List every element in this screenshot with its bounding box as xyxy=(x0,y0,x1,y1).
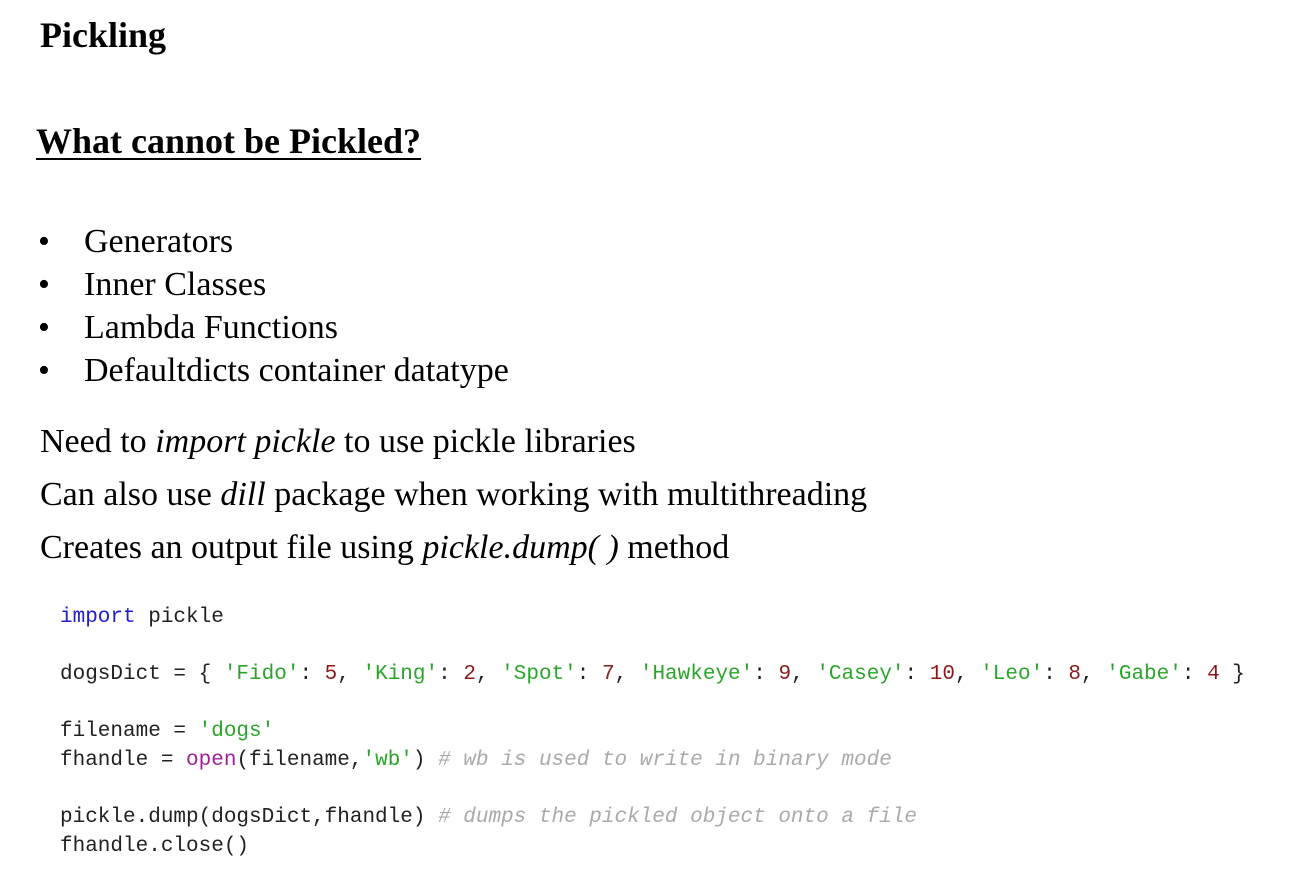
code-token: , xyxy=(614,663,640,687)
code-token: 'Spot' xyxy=(501,663,577,687)
code-token: , xyxy=(1081,663,1107,687)
section-heading: What cannot be Pickled? xyxy=(36,121,422,161)
code-token: (filename, xyxy=(236,748,363,772)
code-token: 9 xyxy=(778,663,792,687)
code-line: fhandle = open(filename,'wb') # wb is us… xyxy=(60,747,1245,776)
code-token: 'wb' xyxy=(362,748,413,772)
code-token: 'Hawkeye' xyxy=(639,663,754,687)
paragraph-text: Creates an output file using xyxy=(40,529,423,566)
code-token: 'Fido' xyxy=(223,663,300,687)
bullet-icon: • xyxy=(38,266,50,303)
code-token: fhandle.close() xyxy=(60,834,250,858)
code-line: import pickle xyxy=(60,604,1245,633)
code-token: : xyxy=(904,663,930,687)
bullet-item: • Generators xyxy=(38,220,509,263)
bullet-item: • Lambda Functions xyxy=(38,306,509,349)
code-token: 'Leo' xyxy=(980,663,1044,687)
code-token: 4 xyxy=(1207,663,1220,687)
bullet-icon: • xyxy=(38,309,50,346)
paragraph-text: to use pickle libraries xyxy=(335,423,636,460)
paragraph: Can also use dill package when working w… xyxy=(40,473,867,526)
code-token: : xyxy=(753,663,779,687)
bullet-text: Generators xyxy=(84,223,234,260)
code-token: 7 xyxy=(602,663,615,687)
bullet-item: • Defaultdicts container datatype xyxy=(38,349,509,392)
code-token: : xyxy=(576,663,603,687)
paragraph: Creates an output file using pickle.dump… xyxy=(40,526,867,579)
bullet-text: Lambda Functions xyxy=(84,309,339,346)
bullet-text: Inner Classes xyxy=(84,266,267,303)
paragraph-text: package when working with multithreading xyxy=(265,476,868,513)
code-token: 'Casey' xyxy=(816,663,905,687)
code-token: # dumps the pickled object onto a file xyxy=(438,806,917,830)
code-block: import pickle dogsDict = { 'Fido': 5, 'K… xyxy=(60,604,1245,861)
code-token: fhandle = xyxy=(60,748,187,772)
code-token: import xyxy=(60,606,136,629)
page-title: Pickling xyxy=(40,15,167,55)
code-token: , xyxy=(791,663,817,687)
code-line: fhandle.close() xyxy=(60,833,1245,862)
inline-code-term: import pickle xyxy=(155,423,336,460)
bullet-text: Defaultdicts container datatype xyxy=(84,352,509,389)
inline-code-term: pickle.dump( ) xyxy=(422,529,619,566)
code-token: dogsDict = { xyxy=(60,663,224,687)
code-token: 10 xyxy=(929,663,955,687)
inline-code-term: dill xyxy=(220,476,266,513)
code-token: : xyxy=(1181,663,1208,687)
code-token: 8 xyxy=(1068,663,1082,687)
paragraph: Need to import pickle to use pickle libr… xyxy=(40,420,867,473)
code-token: : xyxy=(299,663,325,687)
code-token: 5 xyxy=(324,663,338,687)
bullet-icon: • xyxy=(38,223,50,260)
code-token: , xyxy=(954,663,981,687)
code-token: 'dogs' xyxy=(198,720,275,744)
code-token: open xyxy=(186,748,237,772)
code-token: : xyxy=(438,663,464,687)
bullet-list: • Generators • Inner Classes • Lambda Functio… xyxy=(38,220,509,392)
code-token: pickle xyxy=(135,606,224,629)
code-token: , xyxy=(337,663,363,687)
code-token: # wb is used to write in binary mode xyxy=(438,748,892,772)
code-token: : xyxy=(1043,663,1069,687)
code-line: dogsDict = { 'Fido': 5, 'King': 2, 'Spot… xyxy=(60,661,1245,690)
code-token: 'King' xyxy=(362,663,439,687)
code-token: filename = xyxy=(60,720,199,744)
paragraph-text: Need to xyxy=(40,423,156,460)
bullet-icon: • xyxy=(38,352,50,389)
code-token: } xyxy=(1219,663,1245,687)
code-line: pickle.dump(dogsDict,fhandle) # dumps th… xyxy=(60,804,1245,833)
paragraph-text: Can also use xyxy=(40,476,221,513)
code-line: filename = 'dogs' xyxy=(60,718,1245,747)
code-token: pickle.dump(dogsDict,fhandle) xyxy=(60,806,439,830)
code-token: , xyxy=(475,663,502,687)
code-token: ) xyxy=(412,748,439,772)
code-token: 'Gabe' xyxy=(1106,663,1182,687)
paragraph-text: method xyxy=(618,529,730,566)
bullet-item: • Inner Classes xyxy=(38,263,509,306)
code-token: 2 xyxy=(463,663,476,687)
paragraphs: Need to import pickle to use pickle libr… xyxy=(40,420,867,579)
